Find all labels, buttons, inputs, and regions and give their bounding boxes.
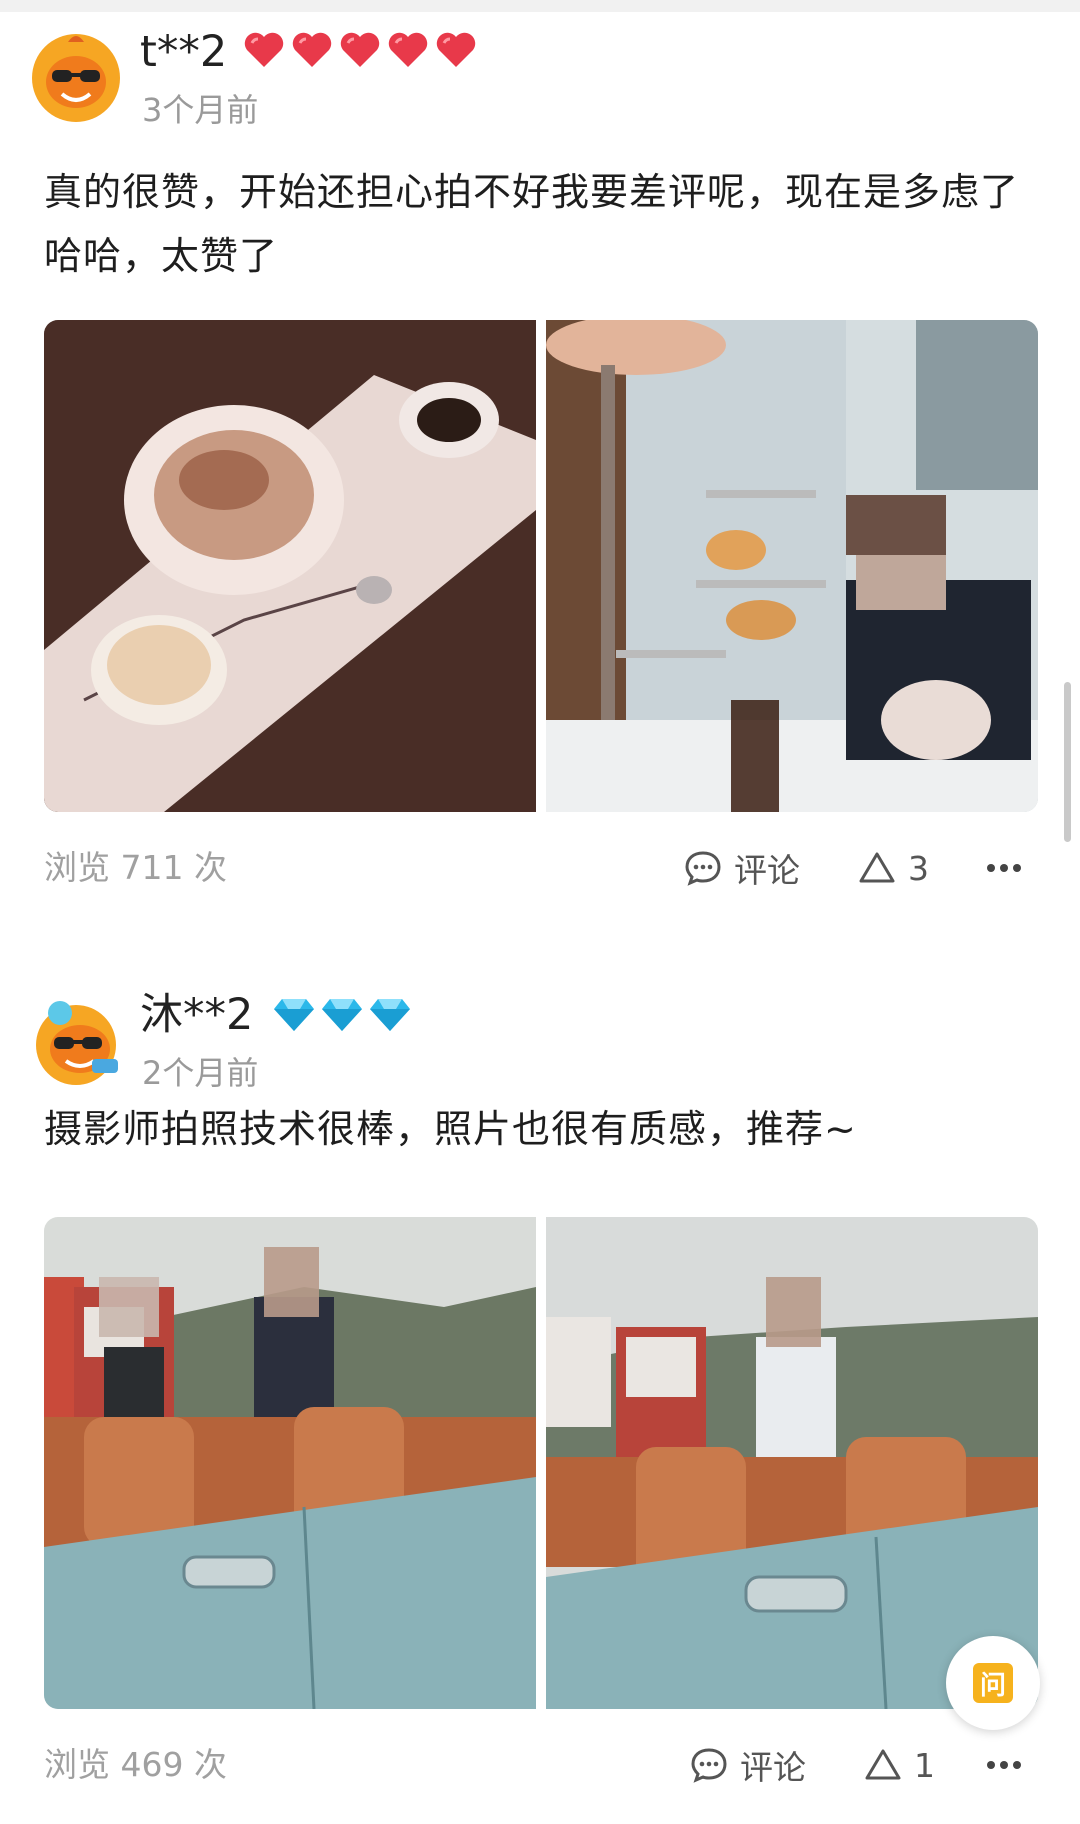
review-text: 真的很赞，开始还担心拍不好我要差评呢，现在是多虑了哈哈，太赞了 <box>44 170 1020 278</box>
thumbs-up-icon <box>865 1749 901 1780</box>
diamond-icon <box>274 999 314 1031</box>
more-options-button[interactable] <box>982 1739 1026 1791</box>
review-photo-car-standing[interactable] <box>546 1217 1038 1709</box>
comment-label: 评论 <box>734 851 800 890</box>
review-photo-dessert[interactable] <box>44 320 536 812</box>
ask-label: 问 <box>979 1670 1006 1701</box>
more-options-button[interactable] <box>982 842 1026 894</box>
user-avatar[interactable] <box>30 995 122 1087</box>
more-icon <box>987 864 1021 872</box>
review-text: 摄影师拍照技术很棒，照片也很有质感，推荐~ <box>44 1107 857 1151</box>
photo-grid <box>44 1217 1038 1709</box>
heart-icon <box>292 32 332 67</box>
review-photo-afternoon-tea[interactable] <box>546 320 1038 812</box>
view-count: 浏览 711 次 <box>44 848 227 887</box>
member-badges <box>272 991 412 1037</box>
ask-icon: 问 <box>973 1663 1013 1703</box>
username[interactable]: t**2 <box>140 26 227 78</box>
status-strip <box>0 0 1080 12</box>
like-count: 3 <box>908 848 929 888</box>
view-count: 浏览 469 次 <box>44 1745 227 1784</box>
post-time: 2个月前 <box>142 1054 259 1092</box>
more-icon <box>987 1761 1021 1769</box>
username[interactable]: 沐**2 <box>140 989 253 1041</box>
photo-grid <box>44 320 1038 812</box>
like-button[interactable]: 1 <box>864 1739 935 1791</box>
comment-button[interactable]: 评论 <box>684 842 800 894</box>
comment-button[interactable]: 评论 <box>690 1739 806 1791</box>
review-footer: 浏览 469 次 评论 1 <box>0 1735 1080 1795</box>
review-footer: 浏览 711 次 评论 3 <box>0 838 1080 898</box>
comment-icon <box>691 1748 727 1783</box>
user-avatar[interactable] <box>30 32 122 124</box>
thumbs-up-icon <box>859 852 895 883</box>
comment-icon <box>685 851 721 886</box>
diamond-icon <box>322 999 362 1031</box>
diamond-icon <box>370 999 410 1031</box>
review-photo-car-handshake[interactable] <box>44 1217 536 1709</box>
ask-question-button[interactable]: 问 <box>946 1636 1040 1730</box>
like-button[interactable]: 3 <box>858 842 929 894</box>
heart-icon <box>244 32 284 67</box>
comment-label: 评论 <box>740 1748 806 1787</box>
post-time: 3个月前 <box>142 91 259 129</box>
member-badges <box>242 28 478 74</box>
heart-icon <box>436 32 476 67</box>
heart-icon <box>340 32 380 67</box>
like-count: 1 <box>914 1745 935 1785</box>
heart-icon <box>388 32 428 67</box>
scrollbar[interactable] <box>1064 682 1071 842</box>
